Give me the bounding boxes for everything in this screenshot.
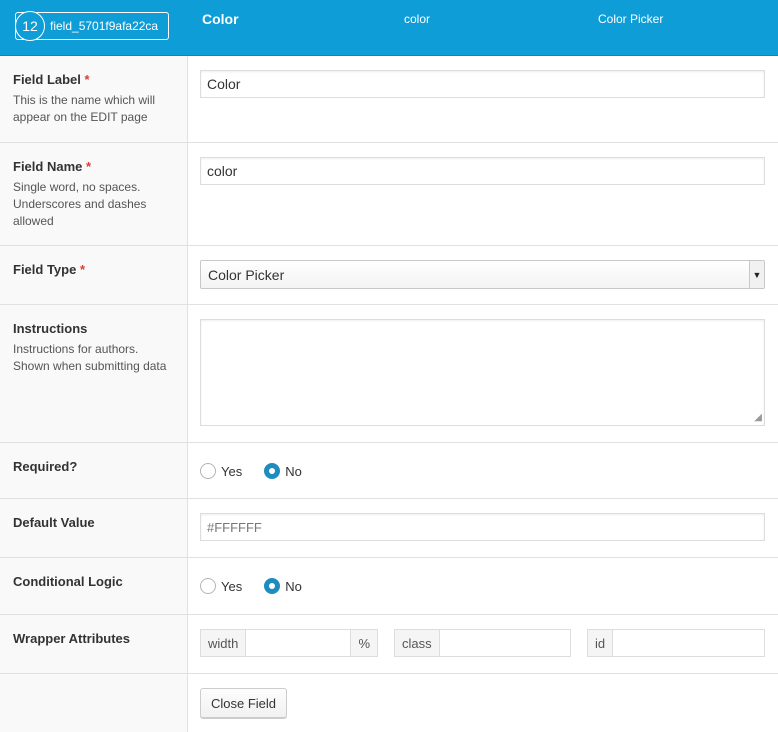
wrapper-class-label: class <box>395 630 440 656</box>
instructions-description: Instructions for authors. Shown when sub… <box>13 342 167 373</box>
required-mark: * <box>79 262 86 277</box>
wrapper-class-field: class <box>394 629 571 657</box>
required-radio-group: Yes No <box>200 457 765 485</box>
default-value-input[interactable]: #FFFFFF <box>200 513 765 541</box>
wrapper-class-input[interactable] <box>439 630 570 656</box>
conditional-no-label: No <box>285 578 302 594</box>
wrapper-width-field: width % <box>200 629 378 657</box>
wrapper-attributes-title: Wrapper Attributes <box>13 631 131 646</box>
row-instructions: Instructions Instructions for authors. S… <box>0 305 778 443</box>
label-cell <box>0 674 188 732</box>
field-order-badge: 12 field_5701f9afa22ca <box>15 11 169 41</box>
wrapper-id-input[interactable] <box>613 630 764 656</box>
label-cell: Required? <box>0 443 188 498</box>
required-title: Required? <box>13 459 78 474</box>
header-field-type: Color Picker <box>598 12 664 26</box>
radio-checked-icon[interactable] <box>264 463 281 479</box>
conditional-logic-title: Conditional Logic <box>13 574 123 589</box>
default-value-title: Default Value <box>13 515 95 530</box>
header-field-name: color <box>404 12 431 26</box>
instructions-textarea[interactable]: ◢ <box>200 319 765 426</box>
field-label-input[interactable]: Color <box>200 70 765 98</box>
wrapper-id-field: id <box>587 629 765 657</box>
close-field-button[interactable]: Close Field <box>200 688 288 718</box>
required-yes-option[interactable]: Yes <box>200 463 242 479</box>
field-label-description: This is the name which will appear on th… <box>13 93 156 124</box>
field-name-description: Single word, no spaces. Underscores and … <box>13 180 147 228</box>
default-value-placeholder: #FFFFFF <box>207 519 262 535</box>
wrapper-attributes-group: width % class id <box>200 629 765 657</box>
required-mark: * <box>84 72 90 87</box>
required-no-option[interactable]: No <box>264 463 302 479</box>
field-key: field_5701f9afa22ca <box>50 19 159 33</box>
label-cell: Default Value <box>0 499 188 557</box>
row-actions: Close Field <box>0 674 778 732</box>
radio-unchecked-icon[interactable] <box>200 578 216 594</box>
label-cell: Conditional Logic <box>0 558 188 614</box>
field-name-input[interactable]: color <box>200 157 765 185</box>
field-name-title: Field Name * <box>13 159 92 174</box>
label-cell: Wrapper Attributes <box>0 615 188 673</box>
label-cell: Instructions Instructions for authors. S… <box>0 305 188 442</box>
wrapper-id-label: id <box>588 630 614 656</box>
conditional-yes-option[interactable]: Yes <box>200 578 242 594</box>
field-type-selected: Color Picker <box>208 266 285 283</box>
radio-unchecked-icon[interactable] <box>200 463 216 479</box>
required-yes-label: Yes <box>221 463 243 479</box>
conditional-yes-label: Yes <box>221 578 243 594</box>
field-label-title: Field Label * <box>13 72 90 87</box>
label-cell: Field Name * Single word, no spaces. Und… <box>0 143 188 245</box>
row-field-label: Field Label * This is the name which wil… <box>0 56 778 143</box>
header-field-label[interactable]: Color <box>202 11 239 27</box>
wrapper-width-unit: % <box>350 630 377 656</box>
row-required: Required? Yes No <box>0 443 778 499</box>
instructions-title: Instructions <box>13 321 88 336</box>
required-mark: * <box>85 159 92 174</box>
wrapper-width-label: width <box>201 630 247 656</box>
conditional-logic-radio-group: Yes No <box>200 572 765 600</box>
field-order-number: 12 <box>15 11 45 41</box>
row-field-name: Field Name * Single word, no spaces. Und… <box>0 143 778 246</box>
radio-checked-icon[interactable] <box>264 578 281 594</box>
row-field-type: Field Type * Color Picker ▼ <box>0 246 778 305</box>
field-header[interactable]: 12 field_5701f9afa22ca Color color Color… <box>0 0 778 56</box>
conditional-no-option[interactable]: No <box>264 578 302 594</box>
row-conditional-logic: Conditional Logic Yes No <box>0 558 778 615</box>
resize-grip-icon[interactable]: ◢ <box>754 413 762 423</box>
row-default-value: Default Value #FFFFFF <box>0 499 778 558</box>
row-wrapper-attributes: Wrapper Attributes width % class id <box>0 615 778 674</box>
label-cell: Field Label * This is the name which wil… <box>0 56 188 142</box>
field-type-title: Field Type * <box>13 262 86 277</box>
chevron-down-icon[interactable]: ▼ <box>749 261 764 288</box>
label-cell: Field Type * <box>0 246 188 304</box>
wrapper-width-input[interactable] <box>246 630 351 656</box>
field-type-select[interactable]: Color Picker ▼ <box>200 260 765 289</box>
required-no-label: No <box>285 463 302 479</box>
